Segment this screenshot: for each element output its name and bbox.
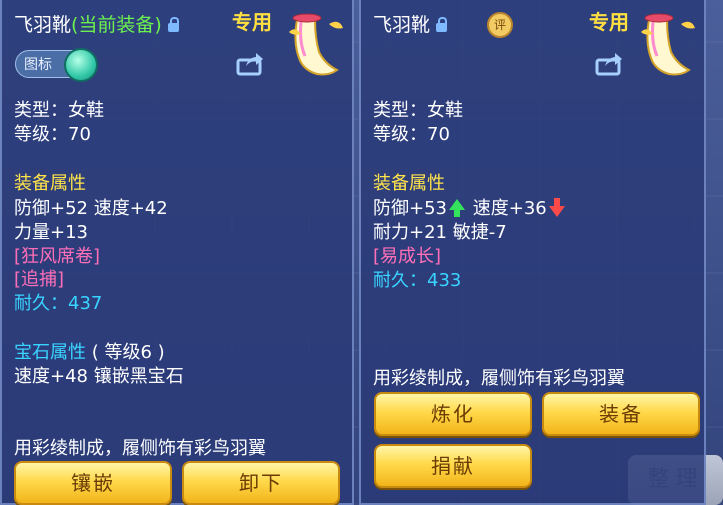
item-level: 等级：70: [14, 124, 91, 145]
gem-level: ( 等级6 ): [91, 342, 165, 363]
item-description: 用彩绫制成，履侧饰有彩鸟羽翼: [14, 438, 266, 459]
durability: 耐久：437: [14, 293, 103, 314]
boots-icon: [641, 13, 695, 76]
stat-line-2: 耐力+21 敏捷-7: [373, 222, 507, 243]
refine-button[interactable]: 炼化: [374, 392, 532, 436]
gem-attributes-header: 宝石属性: [14, 342, 86, 363]
item-title: 飞羽靴(当前装备): [14, 10, 179, 37]
gem-attributes-line: 宝石属性 ( 等级6 ): [14, 338, 165, 364]
current-equipped-tag: (当前装备): [71, 14, 162, 36]
item-level: 等级：70: [373, 124, 450, 145]
share-icon[interactable]: [236, 52, 264, 76]
donate-button[interactable]: 捐献: [374, 444, 532, 488]
exclusive-label: 专用: [232, 10, 272, 34]
equip-button[interactable]: 装备: [542, 392, 700, 436]
unequip-button[interactable]: 卸下: [182, 461, 340, 505]
equipment-attributes-header: 装备属性: [373, 173, 445, 194]
toggle-knob[interactable]: [64, 48, 98, 82]
item-type: 类型：女鞋: [373, 100, 463, 121]
special-skill-2: [追捕]: [14, 269, 65, 290]
lock-icon[interactable]: [167, 17, 179, 32]
evaluate-badge-icon[interactable]: 评: [487, 12, 513, 38]
item-type: 类型：女鞋: [14, 100, 104, 121]
item-title: 飞羽靴: [373, 10, 448, 37]
speed-stat: 速度+36: [472, 198, 547, 219]
icon-toggle-label: 图标: [24, 57, 52, 73]
inlay-button[interactable]: 镶嵌: [14, 461, 172, 505]
boots-icon: [289, 13, 343, 76]
exclusive-label: 专用: [589, 10, 629, 34]
icon-toggle[interactable]: 图标: [15, 48, 98, 82]
item-name: 飞羽靴: [14, 14, 72, 36]
lock-icon[interactable]: [436, 17, 448, 32]
decrease-arrow-icon: [548, 198, 565, 217]
increase-arrow-icon: [449, 199, 465, 217]
stat-line-1: 防御+52 速度+42: [14, 198, 168, 219]
special-skill-1: [易成长]: [373, 246, 442, 267]
stat-line-1: 防御+53 速度+36: [373, 194, 567, 220]
equipment-attributes-header: 装备属性: [14, 173, 86, 194]
stat-line-2: 力量+13: [14, 222, 88, 243]
item-name: 飞羽靴: [373, 14, 431, 36]
defense-stat: 防御+53: [373, 198, 447, 219]
compare-item-panel: 飞羽靴 评 专用 类型：女鞋 等级：70 装备属性 防御+53 速度+36 耐力…: [359, 0, 706, 505]
equipped-item-panel: 飞羽靴(当前装备) 专用 图标 类型：女鞋 等级：70 装备属性 防御+52 速…: [0, 0, 354, 505]
item-description: 用彩绫制成，履侧饰有彩鸟羽翼: [373, 368, 625, 389]
durability: 耐久：433: [373, 270, 462, 291]
share-icon[interactable]: [595, 52, 623, 76]
gem-detail: 速度+48 镶嵌黑宝石: [14, 366, 184, 387]
